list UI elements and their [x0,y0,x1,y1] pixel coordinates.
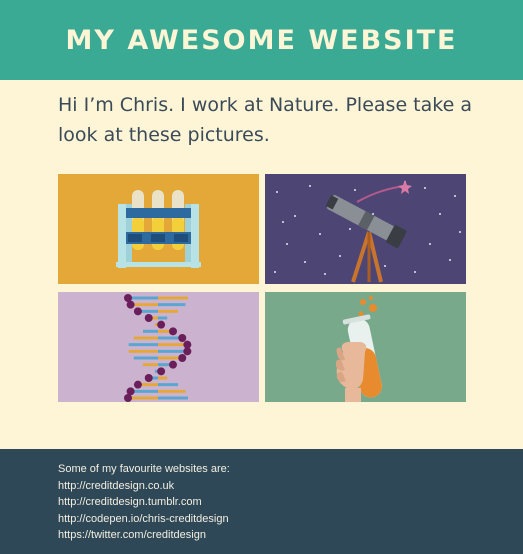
intro-text: Hi I’m Chris. I work at Nature. Please t… [58,94,472,146]
footer-link-twitter[interactable]: https://twitter.com/creditdesign [58,527,230,544]
gallery-tile-experiment[interactable] [265,292,466,402]
test-tube-rack-icon [116,190,201,268]
gallery-tile-test-tubes[interactable] [58,174,259,284]
footer-content: Some of my favourite websites are: http:… [58,461,230,544]
gallery-tile-telescope[interactable] [265,174,466,284]
site-footer: Some of my favourite websites are: http:… [0,449,523,554]
hand-holding-test-tube-icon [335,296,382,402]
dna-helix-icon [124,294,192,402]
footer-link-tumblr[interactable]: http://creditdesign.tumblr.com [58,494,230,511]
footer-intro: Some of my favourite websites are: [58,463,230,475]
site-title: MY AWESOME WEBSITE [65,24,458,56]
footer-link-codepen[interactable]: http://codepen.io/chris-creditdesign [58,511,230,528]
gallery-tile-dna[interactable] [58,292,259,402]
footer-link-creditdesign[interactable]: http://creditdesign.co.uk [58,478,230,495]
site-header: MY AWESOME WEBSITE [0,0,523,80]
telescope-icon [274,180,461,283]
